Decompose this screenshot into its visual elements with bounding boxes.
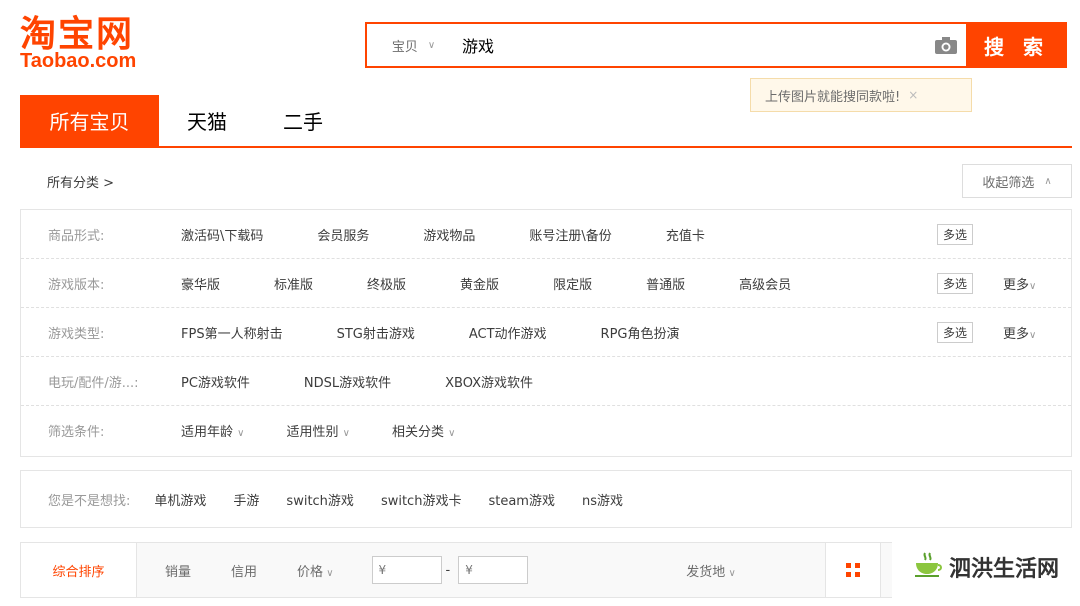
filter-option[interactable]: NDSL游戏软件: [304, 372, 391, 391]
filter-row-edition: 游戏版本: 豪华版 标准版 终极版 黄金版 限定版 普通版 高级会员 多选 更多…: [21, 259, 1071, 308]
suggestion-label: 您是不是想找:: [48, 493, 131, 509]
chevron-down-icon: ∨: [237, 428, 245, 439]
filter-row-conditions: 筛选条件: 适用年龄 ∨ 适用性别 ∨ 相关分类 ∨: [21, 406, 1071, 455]
filter-options: FPS第一人称射击 STG射击游戏 ACT动作游戏 RPG角色扮演: [181, 323, 680, 342]
suggestion-link[interactable]: steam游戏: [488, 490, 555, 509]
breadcrumb: 所有分类 > 收起筛选 ∧: [20, 162, 1072, 200]
collapse-filters-button[interactable]: 收起筛选 ∧: [962, 164, 1072, 198]
filter-option[interactable]: STG射击游戏: [337, 323, 415, 342]
tab-all-items[interactable]: 所有宝贝: [20, 95, 159, 146]
filter-dropdown-label: 相关分类: [391, 425, 444, 440]
search-tabs: 所有宝贝 天猫 二手: [20, 95, 1072, 148]
search-type-label: 宝贝: [391, 39, 418, 55]
filter-options: 适用年龄 ∨ 适用性别 ∨ 相关分类 ∨: [181, 421, 455, 440]
filter-label: 游戏类型:: [48, 326, 105, 342]
filter-option[interactable]: 会员服务: [317, 225, 369, 244]
search-input[interactable]: [460, 24, 926, 66]
sort-price-label: 价格: [297, 564, 324, 580]
filter-row-form: 商品形式: 激活码\下载码 会员服务 游戏物品 账号注册\备份 充值卡 多选: [21, 210, 1071, 259]
sort-default[interactable]: 综合排序: [21, 543, 137, 597]
chevron-down-icon: ∨: [1029, 329, 1037, 341]
collapse-filters-label: 收起筛选: [982, 175, 1035, 191]
chevron-down-icon: ∨: [427, 39, 436, 51]
filter-dropdown[interactable]: 适用性别 ∨: [286, 421, 349, 440]
ship-from-label: 发货地: [686, 564, 726, 580]
filter-row-genre: 游戏类型: FPS第一人称射击 STG射击游戏 ACT动作游戏 RPG角色扮演 …: [21, 308, 1071, 357]
all-categories-link[interactable]: 所有分类 >: [47, 172, 114, 191]
filter-option[interactable]: FPS第一人称射击: [181, 323, 283, 342]
filter-dropdown-label: 适用年龄: [181, 425, 234, 440]
filter-option[interactable]: 激活码\下载码: [181, 225, 263, 244]
filter-options: PC游戏软件 NDSL游戏软件 XBOX游戏软件: [181, 372, 533, 391]
filter-option[interactable]: 普通版: [646, 274, 685, 293]
taobao-logo[interactable]: 淘宝网 Taobao.com: [20, 13, 165, 72]
filter-dropdown[interactable]: 相关分类 ∨: [392, 421, 455, 440]
filter-dropdown[interactable]: 适用年龄 ∨: [181, 421, 244, 440]
filter-label: 筛选条件:: [48, 425, 105, 440]
multi-select-button[interactable]: 多选: [937, 272, 974, 294]
search-bar: 宝贝 ∨ 搜 索: [365, 22, 1067, 68]
suggestion-link[interactable]: switch游戏: [286, 490, 354, 509]
camera-icon[interactable]: [926, 24, 966, 66]
chevron-down-icon: ∨: [342, 428, 350, 439]
sort-credit[interactable]: 信用: [231, 561, 257, 580]
filter-label: 电玩/配件/游...:: [48, 375, 139, 391]
suggestion-link[interactable]: ns游戏: [582, 490, 623, 509]
filter-panel: 商品形式: 激活码\下载码 会员服务 游戏物品 账号注册\备份 充值卡 多选 游…: [20, 209, 1072, 457]
tab-tmall[interactable]: 天猫: [159, 95, 255, 146]
filter-option[interactable]: 高级会员: [739, 274, 791, 293]
suggestion-link[interactable]: 单机游戏: [154, 490, 206, 509]
filter-option[interactable]: 豪华版: [181, 274, 220, 293]
filter-option[interactable]: 游戏物品: [423, 225, 475, 244]
more-button[interactable]: 更多∨: [1003, 274, 1036, 293]
filter-option[interactable]: 充值卡: [666, 225, 705, 244]
price-max-input[interactable]: [458, 556, 529, 584]
filter-option[interactable]: 终极版: [367, 274, 406, 293]
multi-select-button[interactable]: 多选: [937, 223, 974, 245]
tab-second-hand[interactable]: 二手: [255, 95, 351, 146]
filter-options: 激活码\下载码 会员服务 游戏物品 账号注册\备份 充值卡: [181, 225, 705, 244]
filter-label: 商品形式:: [48, 228, 105, 244]
chevron-down-icon: ∨: [448, 428, 456, 439]
suggestion-link[interactable]: switch游戏卡: [381, 490, 462, 509]
watermark-text: 泗洪生活网: [948, 556, 1059, 582]
filter-option[interactable]: PC游戏软件: [181, 372, 250, 391]
filter-dropdown-label: 适用性别: [286, 425, 339, 440]
price-range-dash: -: [445, 562, 451, 578]
filter-option[interactable]: XBOX游戏软件: [445, 372, 533, 391]
suggestion-bar: 您是不是想找: 单机游戏 手游 switch游戏 switch游戏卡 steam…: [20, 470, 1072, 528]
suggestion-link[interactable]: 手游: [233, 490, 259, 509]
sort-price[interactable]: 价格 ∨: [297, 561, 334, 580]
more-label: 更多: [1003, 277, 1030, 293]
filter-option[interactable]: RPG角色扮演: [601, 323, 680, 342]
search-button[interactable]: 搜 索: [966, 22, 1067, 68]
filter-option[interactable]: 账号注册\备份: [529, 225, 611, 244]
logo-chinese: 淘宝网: [20, 13, 135, 55]
chevron-down-icon: ∨: [1029, 280, 1037, 292]
filter-option[interactable]: 限定版: [553, 274, 592, 293]
multi-select-button[interactable]: 多选: [937, 321, 974, 343]
filter-label: 游戏版本:: [48, 277, 105, 293]
filter-options: 豪华版 标准版 终极版 黄金版 限定版 普通版 高级会员: [181, 274, 791, 293]
filter-option[interactable]: 黄金版: [460, 274, 499, 293]
chevron-down-icon: ∨: [725, 567, 736, 579]
chevron-down-icon: ∨: [323, 567, 334, 579]
price-min-input[interactable]: [371, 556, 442, 584]
ship-from-dropdown[interactable]: 发货地 ∨: [686, 561, 736, 580]
sort-sales[interactable]: 销量: [165, 561, 191, 580]
filter-option[interactable]: ACT动作游戏: [469, 323, 547, 342]
filter-option[interactable]: 标准版: [274, 274, 313, 293]
more-button[interactable]: 更多∨: [1003, 323, 1036, 342]
grid-view-icon[interactable]: [825, 543, 881, 597]
site-watermark: 泗洪生活网: [892, 528, 1080, 606]
teacup-icon: [913, 551, 943, 583]
more-label: 更多: [1003, 326, 1030, 342]
chevron-up-icon: ∧: [1044, 175, 1052, 187]
search-type-select[interactable]: 宝贝 ∨: [367, 24, 460, 66]
logo-english: Taobao.com: [20, 50, 137, 72]
filter-row-platform: 电玩/配件/游...: PC游戏软件 NDSL游戏软件 XBOX游戏软件: [21, 357, 1071, 406]
